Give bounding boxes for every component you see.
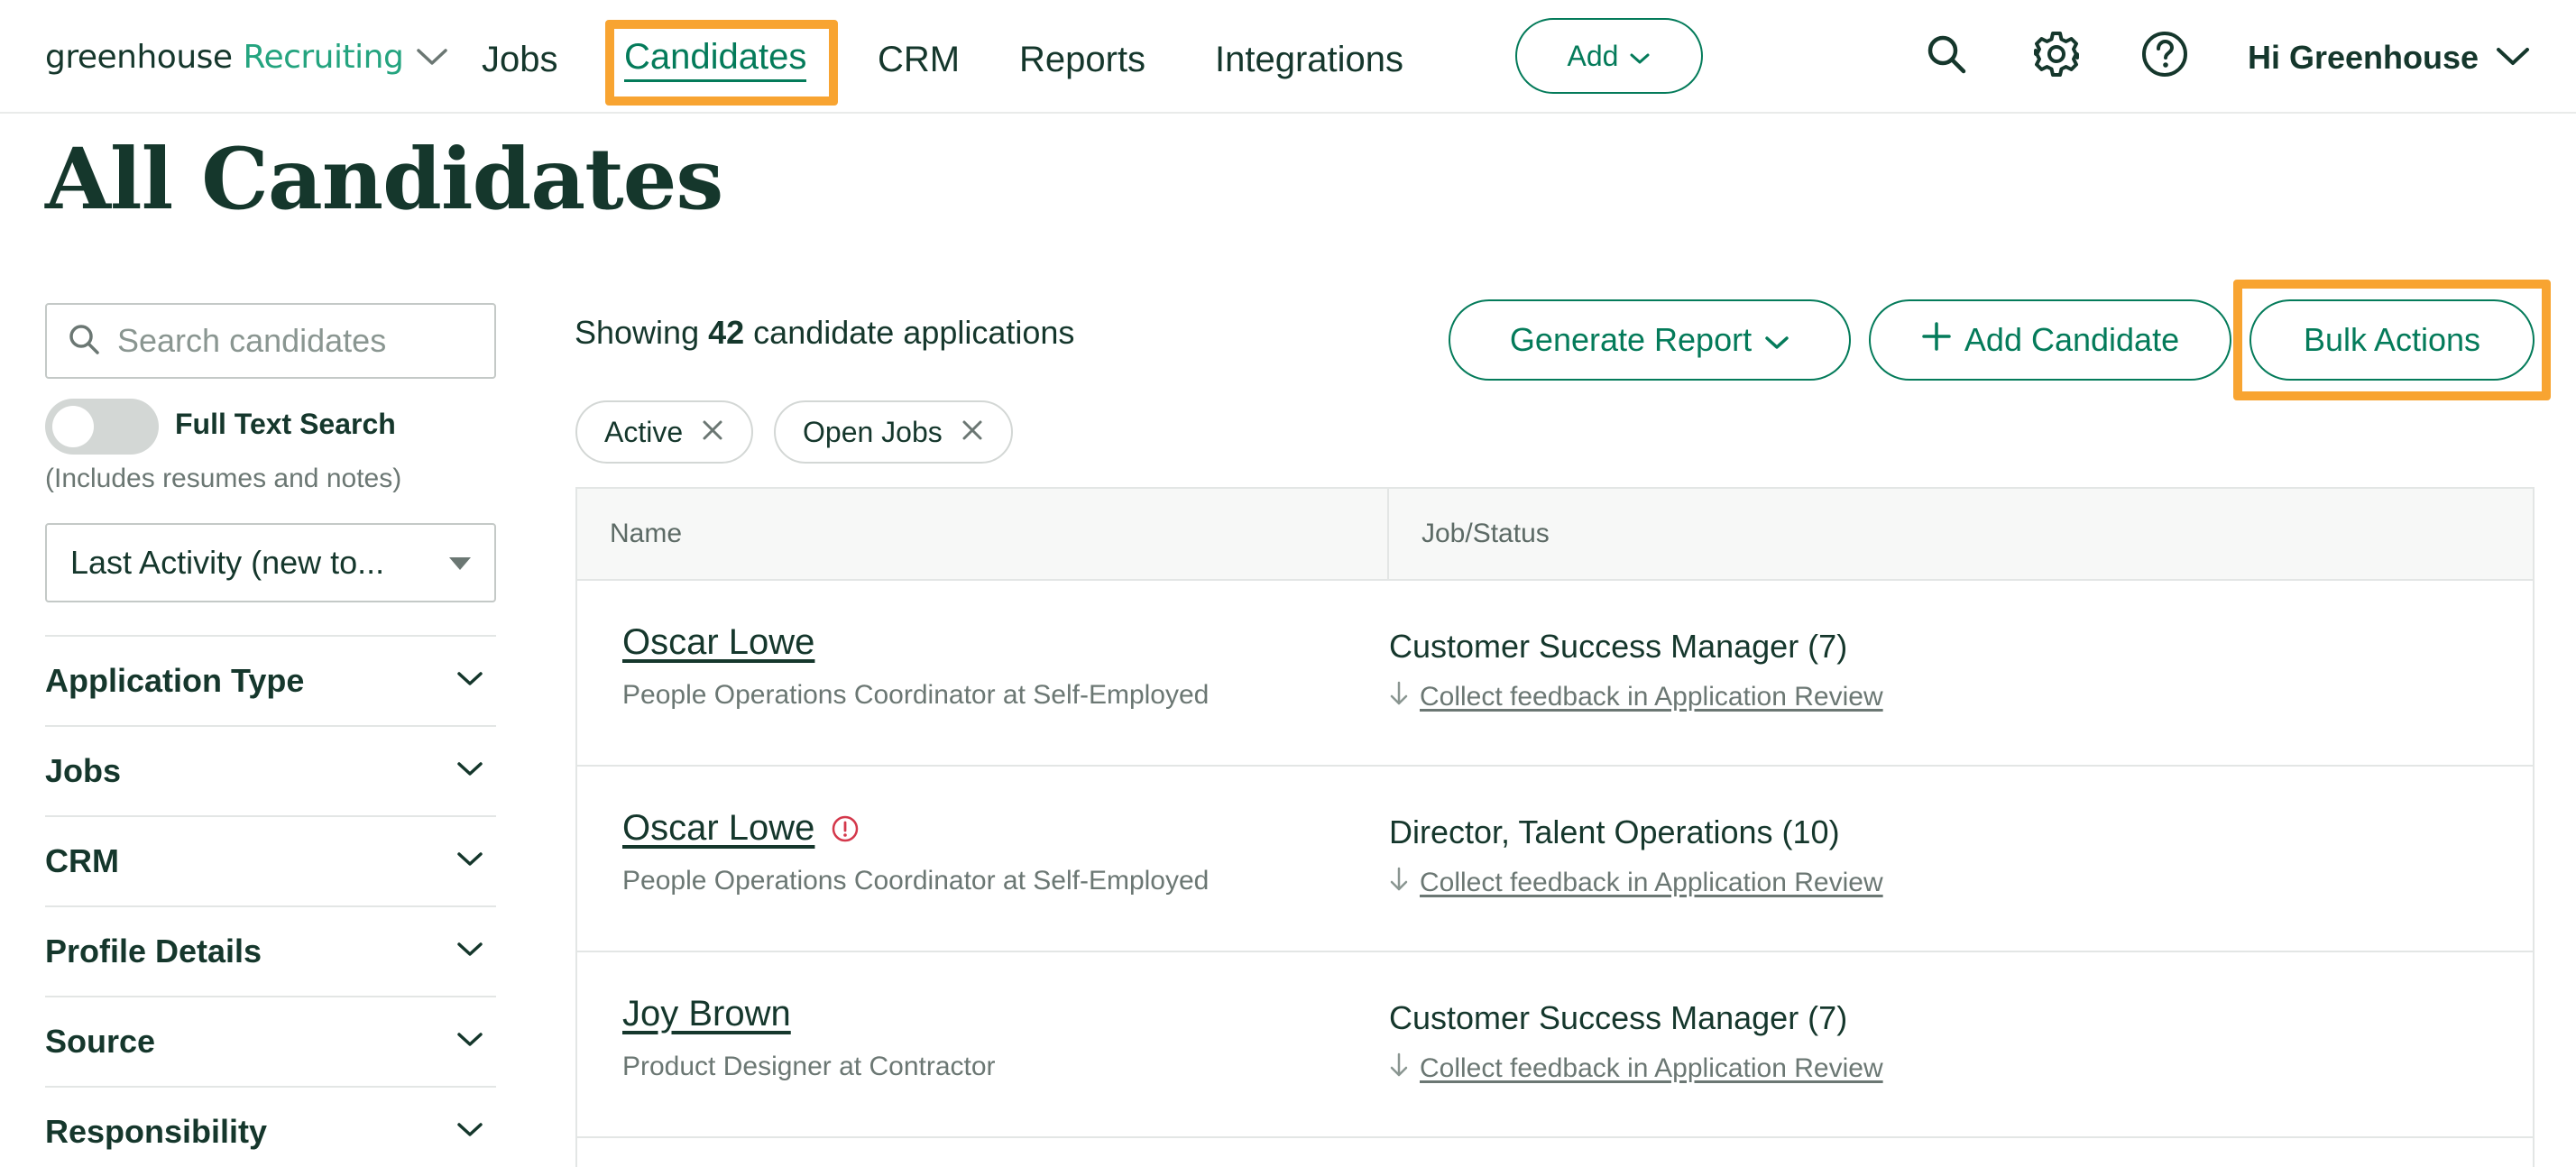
job-title: Director, Talent Operations (10) bbox=[1389, 813, 1840, 850]
add-candidate-button[interactable]: Add Candidate bbox=[1869, 299, 2231, 381]
collect-feedback-link[interactable]: Collect feedback in Application Review bbox=[1420, 682, 1883, 712]
candidate-name-link[interactable]: Oscar Lowe bbox=[622, 622, 814, 663]
logo-product-name: Recruiting bbox=[243, 38, 404, 76]
filter-chip-open-jobs[interactable]: Open Jobs bbox=[774, 400, 1013, 464]
chevron-down-icon bbox=[2495, 39, 2531, 77]
table-row: Oscar Lowe People Operations Coordinator… bbox=[577, 581, 2533, 767]
table-row: Oscar Lowe People Operations Coordinator… bbox=[577, 767, 2533, 952]
caret-down-icon bbox=[449, 557, 471, 570]
highlight-candidates bbox=[605, 20, 838, 106]
chevron-down-icon bbox=[456, 1121, 483, 1144]
chevron-down-icon bbox=[456, 1031, 483, 1053]
job-title: Customer Success Manager (7) bbox=[1389, 628, 1848, 665]
add-button[interactable]: Add bbox=[1515, 18, 1703, 94]
results-count: 42 bbox=[708, 314, 745, 351]
filter-list: Application Type Jobs CRM Profile Detail… bbox=[45, 635, 496, 1167]
chevron-down-icon bbox=[1629, 40, 1651, 73]
chevron-down-icon bbox=[1764, 321, 1789, 359]
column-header-job-status[interactable]: Job/Status bbox=[1389, 489, 1550, 579]
arrow-down-icon bbox=[1389, 680, 1409, 714]
filter-crm[interactable]: CRM bbox=[45, 815, 496, 905]
search-candidates-field[interactable] bbox=[45, 303, 496, 379]
nav-item-reports[interactable]: Reports bbox=[1019, 32, 1145, 87]
candidates-table: Name Job/Status Oscar Lowe People Operat… bbox=[575, 487, 2535, 1167]
alert-icon bbox=[831, 814, 860, 843]
candidate-subtitle: People Operations Coordinator at Self-Em… bbox=[622, 680, 1210, 710]
chevron-down-icon bbox=[456, 670, 483, 693]
full-text-search-label: Full Text Search bbox=[175, 408, 396, 440]
filter-profile-details[interactable]: Profile Details bbox=[45, 905, 496, 996]
job-status-action: Collect feedback in Application Review bbox=[1389, 866, 1883, 900]
arrow-down-icon bbox=[1389, 866, 1409, 900]
gear-icon[interactable] bbox=[2028, 25, 2085, 83]
chevron-down-icon bbox=[456, 850, 483, 873]
job-status-action: Collect feedback in Application Review bbox=[1389, 1052, 1883, 1086]
arrow-down-icon bbox=[1389, 1052, 1409, 1086]
filter-application-type[interactable]: Application Type bbox=[45, 635, 496, 725]
table-row: Joy Brown Product Designer at Contractor… bbox=[577, 952, 2533, 1138]
search-candidates-input[interactable] bbox=[117, 322, 478, 360]
candidate-name-link[interactable]: Joy Brown bbox=[622, 994, 791, 1034]
user-menu[interactable]: Hi Greenhouse bbox=[2248, 31, 2531, 85]
job-title: Customer Success Manager (7) bbox=[1389, 999, 1848, 1036]
chevron-down-icon bbox=[456, 941, 483, 963]
nav-item-jobs[interactable]: Jobs bbox=[482, 32, 558, 87]
chevron-down-icon bbox=[416, 46, 450, 68]
full-text-search-toggle[interactable] bbox=[45, 399, 159, 455]
candidate-subtitle: Product Designer at Contractor bbox=[622, 1052, 996, 1081]
help-icon[interactable] bbox=[2136, 25, 2194, 83]
filter-chip-active[interactable]: Active bbox=[575, 400, 754, 464]
sort-select[interactable]: Last Activity (new to... bbox=[45, 523, 496, 602]
nav-item-crm[interactable]: CRM bbox=[878, 32, 960, 87]
column-header-name[interactable]: Name bbox=[577, 489, 1389, 579]
filter-source[interactable]: Source bbox=[45, 996, 496, 1086]
filter-responsibility[interactable]: Responsibility bbox=[45, 1086, 496, 1167]
logo-wordmark: greenhouse bbox=[45, 38, 233, 76]
filter-jobs[interactable]: Jobs bbox=[45, 725, 496, 815]
job-status-action: Collect feedback in Application Review bbox=[1389, 680, 1883, 714]
collect-feedback-link[interactable]: Collect feedback in Application Review bbox=[1420, 1053, 1883, 1084]
search-icon bbox=[67, 322, 101, 361]
results-summary: Showing 42 candidate applications bbox=[575, 314, 1075, 351]
greenhouse-logo[interactable]: greenhouse Recruiting bbox=[45, 34, 450, 79]
candidate-name-link[interactable]: Oscar Lowe bbox=[622, 808, 860, 849]
highlight-bulk-actions bbox=[2233, 280, 2551, 400]
nav-item-integrations[interactable]: Integrations bbox=[1215, 32, 1403, 87]
table-header: Name Job/Status bbox=[577, 489, 2533, 581]
top-navigation: greenhouse Recruiting Jobs Candidates CR… bbox=[0, 0, 2576, 114]
collect-feedback-link[interactable]: Collect feedback in Application Review bbox=[1420, 868, 1883, 898]
search-icon[interactable] bbox=[1918, 25, 1975, 83]
toggle-knob bbox=[52, 406, 94, 447]
close-icon[interactable] bbox=[961, 416, 984, 449]
sort-select-value: Last Activity (new to... bbox=[70, 544, 385, 581]
page-title: All Candidates bbox=[45, 130, 723, 229]
generate-report-button[interactable]: Generate Report bbox=[1449, 299, 1851, 381]
close-icon[interactable] bbox=[701, 416, 724, 449]
plus-icon bbox=[1921, 321, 1952, 360]
chevron-down-icon bbox=[456, 760, 483, 783]
user-greeting: Hi Greenhouse bbox=[2248, 39, 2479, 76]
full-text-search-note: (Includes resumes and notes) bbox=[45, 464, 402, 493]
candidate-subtitle: People Operations Coordinator at Self-Em… bbox=[622, 866, 1210, 896]
